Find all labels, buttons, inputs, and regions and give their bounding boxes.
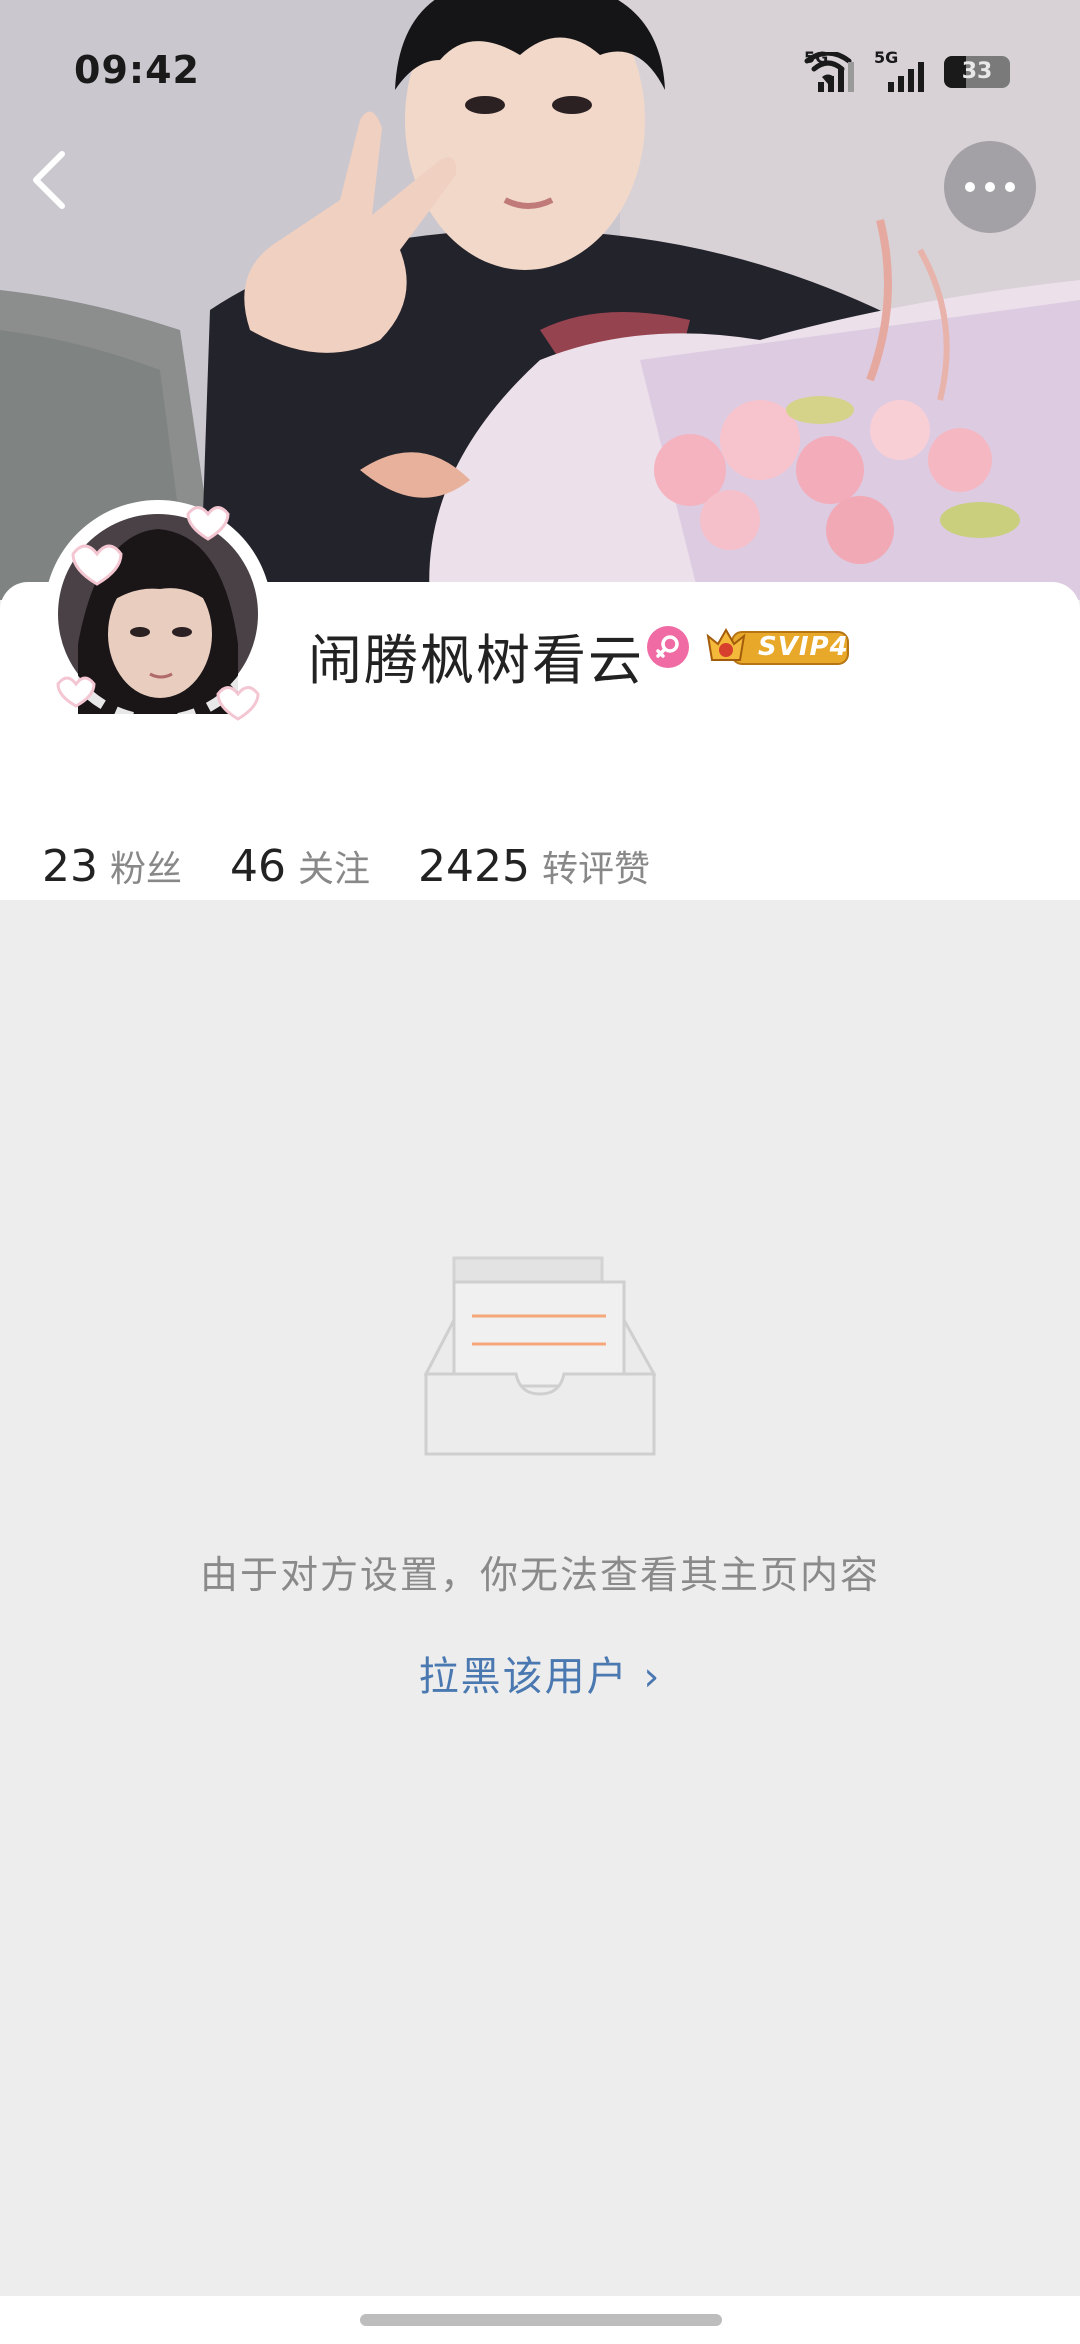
stat-interactions[interactable]: 2425 转评赞 [418, 840, 650, 892]
cellular-signal-icon: 5G [874, 48, 926, 92]
cellular-signal-icon: 5G [804, 48, 856, 92]
more-button[interactable] [944, 141, 1036, 233]
profile-username: 闹腾枫树看云 [308, 629, 644, 692]
more-horizontal-icon [965, 182, 975, 192]
status-bar: 09:42 5G 5G 33 [0, 0, 1080, 140]
empty-inbox-icon [423, 1250, 657, 1460]
home-indicator[interactable] [360, 2314, 722, 2326]
block-user-link[interactable]: 拉黑该用户 › [0, 1644, 1080, 1702]
profile-stats: 23 粉丝 46 关注 2425 转评赞 [42, 840, 698, 892]
stat-followers[interactable]: 23 粉丝 [42, 840, 182, 892]
chevron-left-icon [33, 151, 65, 209]
privacy-message: 由于对方设置，你无法查看其主页内容 [199, 1553, 880, 1597]
stat-following[interactable]: 46 关注 [230, 840, 370, 892]
avatar[interactable] [38, 494, 278, 734]
female-gender-icon [647, 626, 689, 668]
back-button[interactable] [28, 150, 92, 220]
battery-icon: 33 [944, 56, 1010, 88]
status-icons: 5G 5G 33 [804, 48, 1010, 92]
svip-badge[interactable]: SVIP4 [704, 624, 850, 670]
status-time: 09:42 [74, 48, 200, 92]
